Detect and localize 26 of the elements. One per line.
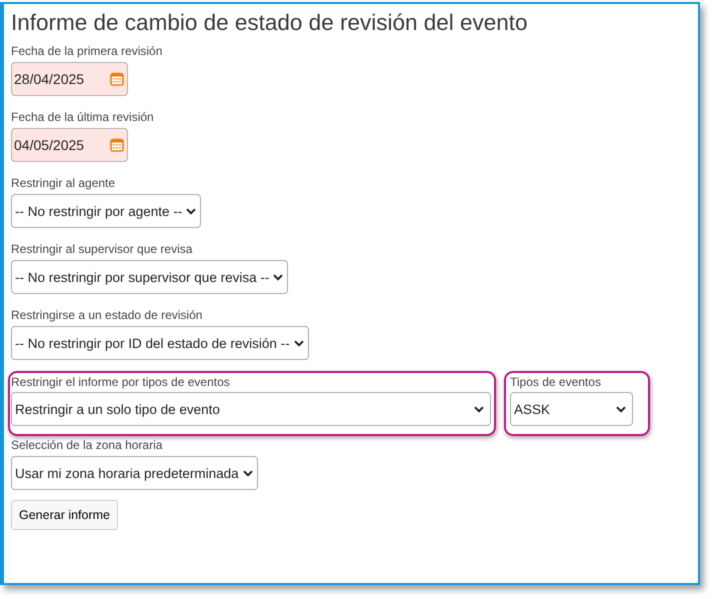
dropdown[interactable]: -- No restringir por ID del estado de revisión -- — [11, 326, 309, 360]
field-label: Restringirse a un estado de revisión — [11, 308, 202, 322]
dropdown[interactable]: Restringir a un solo tipo de evento — [11, 392, 491, 426]
dropdown[interactable]: ASSK — [510, 392, 633, 426]
dropdown[interactable]: -- No restringir por supervisor que revisa -- — [11, 260, 288, 294]
calendar-icon — [110, 72, 124, 86]
field-label: Fecha de la última revisión — [11, 110, 154, 124]
date-field[interactable]: 28/04/2025 — [11, 62, 128, 96]
field-label: Restringir el informe por tipos de eventos — [11, 375, 230, 389]
dropdown[interactable]: Usar mi zona horaria predeterminada — [11, 456, 258, 490]
generate-report-button[interactable]: Generar informe — [11, 500, 118, 530]
dropdown[interactable]: -- No restringir por agente -- — [11, 194, 202, 228]
chevron-down-icon — [294, 340, 304, 346]
field-label: Restringir al supervisor que revisa — [11, 242, 192, 256]
chevron-down-icon — [186, 208, 196, 214]
chevron-down-icon — [242, 470, 253, 476]
chevron-down-icon — [474, 406, 484, 412]
calendar-icon — [110, 138, 124, 152]
chevron-down-icon — [273, 274, 284, 280]
field-label: Fecha de la primera revisión — [11, 44, 162, 58]
field-label: Restringir al agente — [11, 176, 116, 190]
field-label: Selección de la zona horaria — [11, 438, 162, 452]
field-label: Tipos de eventos — [510, 375, 601, 389]
chevron-down-icon — [616, 406, 626, 412]
page-title: Informe de cambio de estado de revisión del evento — [11, 9, 529, 37]
date-field[interactable]: 04/05/2025 — [11, 128, 128, 162]
